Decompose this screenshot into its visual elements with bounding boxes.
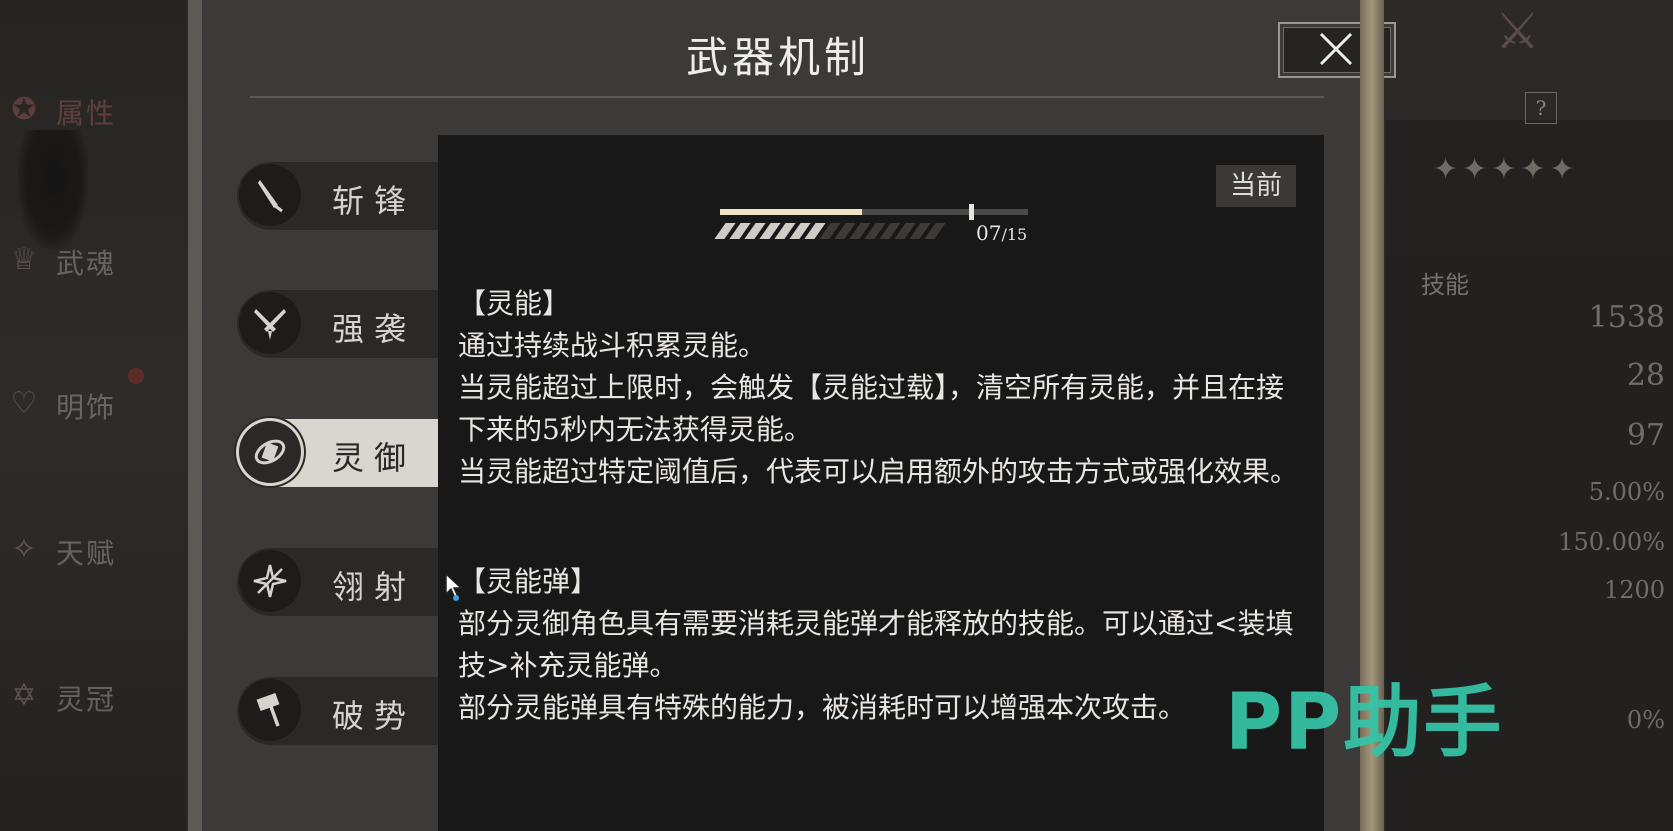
tab-slash[interactable]: 斩锋 <box>237 162 441 230</box>
title-divider <box>250 96 1324 98</box>
close-button[interactable] <box>1278 22 1396 78</box>
stat-value: 28 <box>1626 358 1665 393</box>
section-header: 【灵能】 <box>458 287 571 320</box>
weapon-mechanism-dialog: 武器机制 斩锋 强袭 灵御 翎射 破势 当前 07/15 【灵能】 通过持续战斗… <box>188 0 1396 831</box>
tab-label: 破势 <box>332 697 417 735</box>
gauge-fill <box>720 209 862 215</box>
section-header: 【灵能弹】 <box>458 565 599 598</box>
gauge-count: 07/15 <box>976 221 1028 245</box>
decorative-dot <box>128 368 144 384</box>
bg-nav-ornament: ♡ 明饰 <box>0 376 200 436</box>
emblem-icon: ⚔ <box>1495 2 1540 60</box>
current-badge: 当前 <box>1216 165 1296 207</box>
heart-icon: ♡ <box>10 386 38 421</box>
stat-value: 150.00% <box>1558 528 1665 556</box>
mechanism-description-panel[interactable]: 当前 07/15 【灵能】 通过持续战斗积累灵能。 当灵能超过上限时，会触发【灵… <box>438 135 1324 831</box>
dialog-title: 武器机制 <box>685 33 870 82</box>
spirit-energy-gauge: 07/15 <box>714 204 1040 249</box>
section-line: 当灵能超过上限时，会触发【灵能过载】，清空所有灵能，并且在接下来的5秒内无法获得… <box>458 371 1285 446</box>
blade-icon <box>239 164 301 226</box>
skill-header: 技能 <box>1421 271 1469 299</box>
stat-value: 1200 <box>1603 576 1665 604</box>
close-icon <box>1319 32 1353 66</box>
tab-label: 斩锋 <box>332 182 417 220</box>
stat-value: 1538 <box>1588 300 1665 335</box>
bg-nav-attributes: ✪ 属性 <box>0 82 200 142</box>
tab-break[interactable]: 破势 <box>237 677 441 745</box>
crown-icon: ♕ <box>10 242 38 277</box>
section-line: 当灵能超过特定阈值后，代表可以启用额外的攻击方式或强化效果。 <box>458 455 1299 488</box>
tab-label: 翎射 <box>332 568 417 606</box>
compass-icon: ✧ <box>11 532 37 567</box>
tab-feather-shot[interactable]: 翎射 <box>237 548 441 616</box>
gauge-threshold-marker <box>969 204 975 220</box>
stat-value: 0% <box>1626 706 1665 734</box>
tab-spirit-guard[interactable]: 灵御 <box>237 419 441 487</box>
hammer-icon <box>239 679 301 741</box>
rank-stars: ✦✦✦✦✦ <box>1433 152 1579 187</box>
section-spirit-bullet: 【灵能弹】 部分灵御角色具有需要消耗灵能弹才能释放的技能。可以通过<装填技>补充… <box>458 561 1308 729</box>
section-line: 通过持续战斗积累灵能。 <box>458 329 767 362</box>
bg-nav-weapon-soul: ♕ 武魂 <box>0 232 200 292</box>
mouse-cursor-icon <box>445 572 463 601</box>
gauge-pips <box>714 223 946 241</box>
help-icon: ? <box>1525 92 1557 124</box>
background-left-nav: ✪ 属性 ♕ 武魂 ♡ 明饰 ✧ 天赋 ✡ 灵冠 <box>0 0 200 831</box>
watermark-logo: PP助手 <box>1225 678 1504 768</box>
stat-value: 5.00% <box>1588 478 1665 506</box>
crossed-blades-icon <box>239 292 301 354</box>
section-line: 部分灵能弹具有特殊的能力，被消耗时可以增强本次攻击。 <box>458 691 1187 724</box>
spirit-orb-icon <box>239 421 301 483</box>
arrow-star-icon <box>239 550 301 612</box>
tab-label: 强袭 <box>332 310 417 348</box>
stat-value: 97 <box>1626 418 1665 453</box>
tab-assault[interactable]: 强袭 <box>237 290 441 358</box>
star-icon: ✪ <box>11 92 37 127</box>
bg-nav-crown: ✡ 灵冠 <box>0 668 200 728</box>
hexagram-icon: ✡ <box>11 678 37 713</box>
section-line: 部分灵御角色具有需要消耗灵能弹才能释放的技能。可以通过<装填技>补充灵能弹。 <box>458 607 1294 682</box>
tab-label: 灵御 <box>332 439 417 477</box>
section-spirit-energy: 【灵能】 通过持续战斗积累灵能。 当灵能超过上限时，会触发【灵能过载】，清空所有… <box>458 283 1308 493</box>
bg-nav-talent: ✧ 天赋 <box>0 522 200 582</box>
